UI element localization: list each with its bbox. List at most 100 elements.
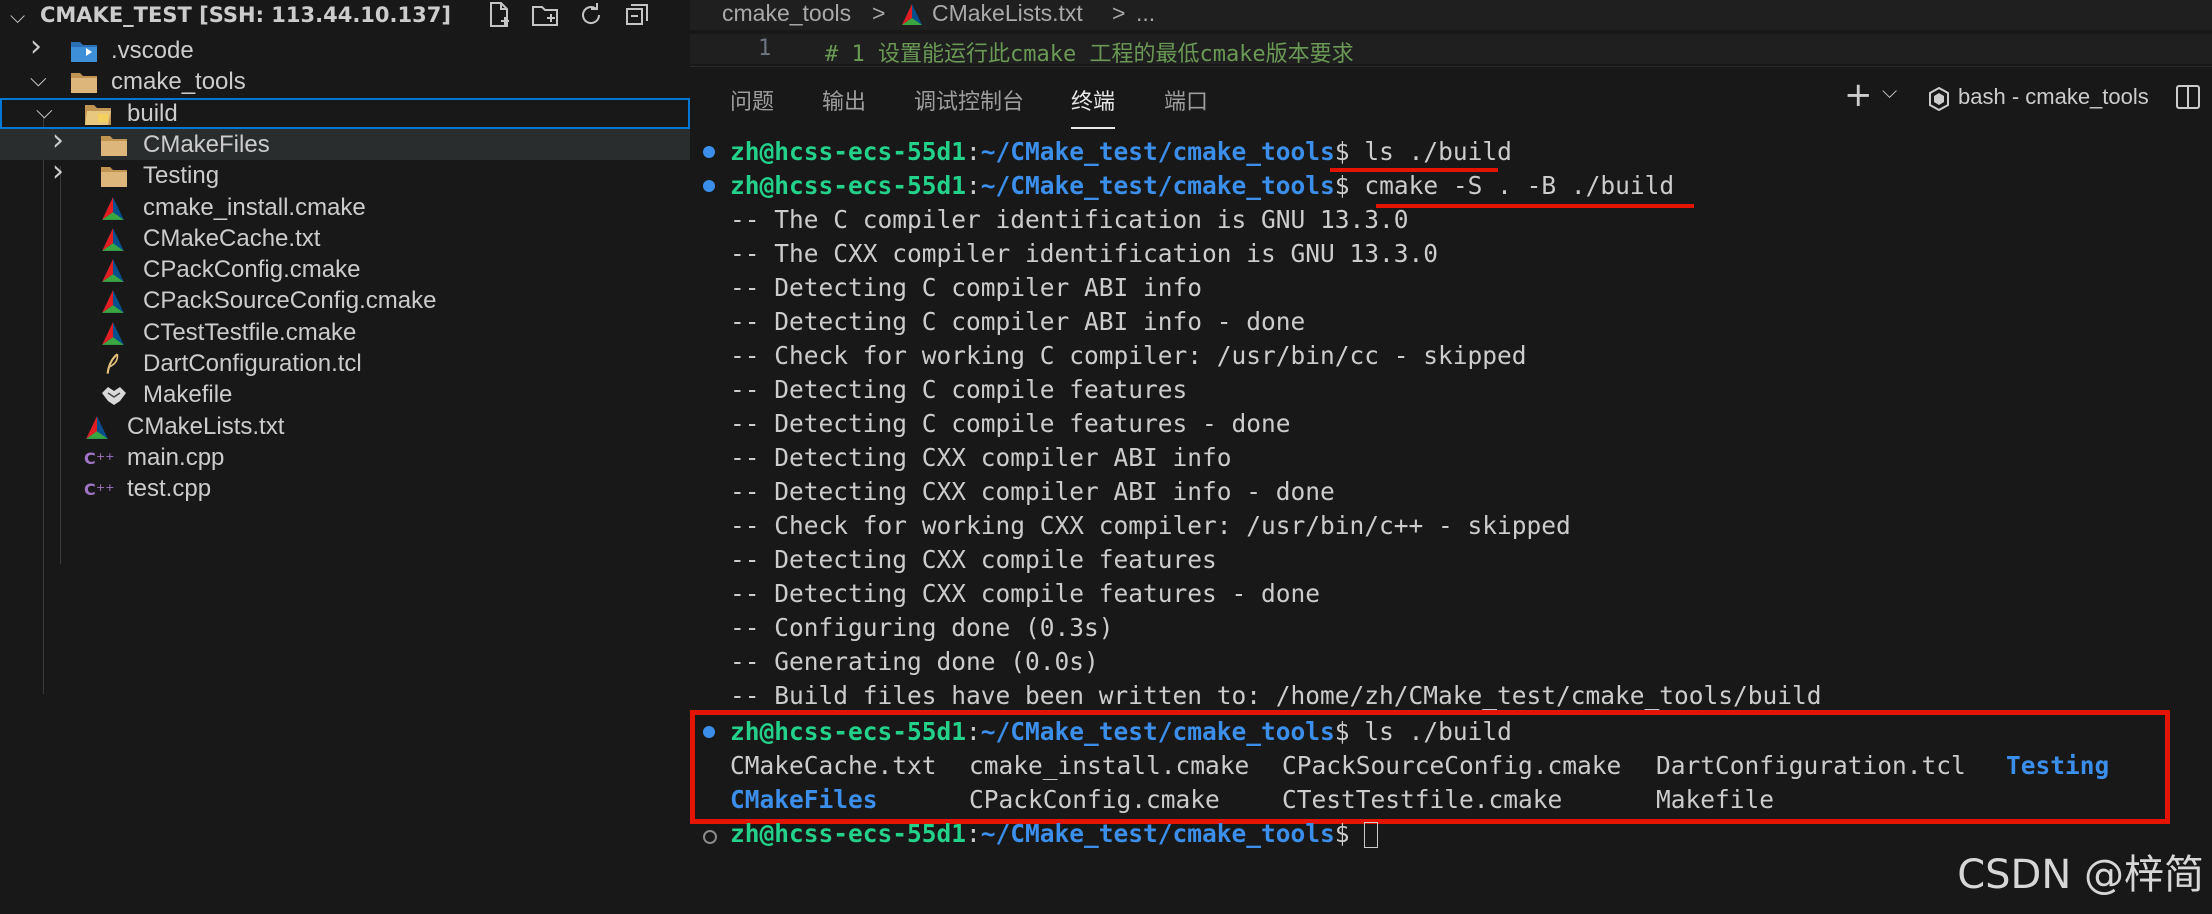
new-folder-icon[interactable] <box>530 0 562 32</box>
panel-tab-bar: 问题 输出 调试控制台 终端 端口 + ⌵ bash - cmake_tools <box>690 66 2212 133</box>
tree-item-label: cmake_install.cmake <box>143 193 366 221</box>
terminal-icon <box>1928 86 1950 115</box>
tab-ports[interactable]: 端口 <box>1164 84 1208 116</box>
breadcrumb-separator: > <box>872 0 886 26</box>
directory-entry: Testing <box>2006 751 2110 780</box>
terminal-view[interactable]: zh@hcss-ecs-55d1:~/CMake_test/cmake_tool… <box>690 132 2212 914</box>
tree-item-label: main.cpp <box>127 443 225 471</box>
terminal-output-line: -- Generating done (0.0s) <box>730 647 1099 676</box>
file-entry: CPackConfig.cmake <box>969 785 1220 814</box>
command-status-dot[interactable] <box>703 180 715 192</box>
tree-item-label: test.cpp <box>127 475 212 503</box>
tree-item-label: CPackConfig.cmake <box>143 256 361 284</box>
breadcrumb-folder[interactable]: cmake_tools <box>722 0 851 27</box>
terminal-output-line: -- Check for working CXX compiler: /usr/… <box>730 511 1571 540</box>
terminal-prompt-line: zh@hcss-ecs-55d1:~/CMake_test/cmake_tool… <box>730 717 1512 746</box>
chevron-right-icon[interactable]: › <box>30 29 42 64</box>
folder-icon <box>100 164 128 190</box>
tab-problems[interactable]: 问题 <box>730 84 774 116</box>
terminal-output-line: -- Detecting CXX compiler ABI info - don… <box>730 477 1335 506</box>
command-status-dot[interactable] <box>703 830 717 844</box>
chevron-right-icon[interactable]: › <box>52 123 64 158</box>
tree-item-cmake-install-cmake[interactable]: cmake_install.cmake <box>0 192 690 223</box>
tab-output[interactable]: 输出 <box>822 84 866 116</box>
tab-terminal[interactable]: 终端 <box>1071 84 1116 129</box>
build-folder-icon <box>84 102 112 128</box>
editor-line[interactable]: 1 # 1 设置能运行此cmake 工程的最低cmake版本要求 <box>690 34 2212 64</box>
cmake-icon <box>84 415 112 441</box>
tree-item-build[interactable]: ⌵ build <box>0 97 690 129</box>
split-panel-icon[interactable] <box>2174 83 2202 115</box>
explorer-header[interactable]: ⌵ CMAKE_TEST [SSH: 113.44.10.137] <box>0 0 690 32</box>
command-status-dot[interactable] <box>703 726 715 738</box>
cpp-icon: C ++ <box>84 477 114 503</box>
file-entry: CMakeCache.txt <box>730 751 937 780</box>
tree-item-cmakecache-txt[interactable]: CMakeCache.txt <box>0 223 690 254</box>
breadcrumb-separator: > <box>1112 0 1126 26</box>
svg-text:++: ++ <box>96 481 114 494</box>
cmake-icon <box>100 227 128 253</box>
terminal-output-line: -- The CXX compiler identification is GN… <box>730 239 1439 268</box>
chevron-down-icon[interactable]: ⌵ <box>1882 79 1897 103</box>
terminal-prompt-line: zh@hcss-ecs-55d1:~/CMake_test/cmake_tool… <box>730 137 1512 166</box>
chevron-down-icon[interactable]: ⌵ <box>30 67 47 92</box>
tree-item-ctesttestfile-cmake[interactable]: CTestTestfile.cmake <box>0 317 690 348</box>
tree-item-cpackconfig-cmake[interactable]: CPackConfig.cmake <box>0 254 690 285</box>
tree-item-label: CMakeLists.txt <box>127 412 285 440</box>
chevron-down-icon[interactable]: ⌵ <box>36 99 53 124</box>
cmake-icon <box>100 258 128 284</box>
tree-item-cmake-tools[interactable]: ⌵ cmake_tools <box>0 66 690 97</box>
file-entry: CTestTestfile.cmake <box>1282 785 1563 814</box>
tree-item-test-cpp[interactable]: C ++ test.cpp <box>0 473 690 504</box>
command-status-dot[interactable] <box>703 146 715 158</box>
refresh-icon[interactable] <box>576 0 608 32</box>
tree-item-cmakefiles[interactable]: › CMakeFiles <box>0 123 690 161</box>
new-file-icon[interactable] <box>484 0 516 32</box>
workspace-title: CMAKE_TEST [SSH: 113.44.10.137] <box>40 3 451 27</box>
tree-item-label: CPackSourceConfig.cmake <box>143 287 437 315</box>
tree-item-label: Testing <box>143 162 220 190</box>
cmake-icon <box>100 289 128 315</box>
makefile-icon <box>100 383 128 409</box>
terminal-output-line: -- Detecting CXX compiler ABI info <box>730 443 1232 472</box>
tree-item-label: CMakeFiles <box>143 130 270 158</box>
terminal-name[interactable]: bash - cmake_tools <box>1958 84 2149 110</box>
collapse-all-icon[interactable] <box>622 0 654 32</box>
cpp-icon: C ++ <box>84 446 114 472</box>
directory-entry: CMakeFiles <box>730 785 878 814</box>
tree-item-cmakelists-txt[interactable]: CMakeLists.txt <box>0 411 690 442</box>
breadcrumb: cmake_tools > CMakeLists.txt > ... <box>690 0 2212 30</box>
code-comment: # 1 设置能运行此cmake 工程的最低cmake版本要求 <box>825 42 1354 64</box>
tree-item-label: .vscode <box>111 37 194 64</box>
new-terminal-button[interactable]: + <box>1844 75 1873 115</box>
terminal-command: ls ./build <box>1364 137 1512 166</box>
svg-text:C: C <box>84 449 96 468</box>
terminal-output-line: -- Check for working C compiler: /usr/bi… <box>730 341 1527 370</box>
chevron-right-icon[interactable]: › <box>52 154 64 189</box>
tree-item-main-cpp[interactable]: C ++ main.cpp <box>0 442 690 473</box>
terminal-prompt-line: zh@hcss-ecs-55d1:~/CMake_test/cmake_tool… <box>730 818 1379 850</box>
terminal-output-line: -- Detecting C compile features <box>730 375 1188 404</box>
tree-item-vscode[interactable]: › .vscode <box>0 29 690 66</box>
tree-item-label: DartConfiguration.tcl <box>143 350 362 377</box>
svg-text:C: C <box>84 480 96 499</box>
breadcrumb-more[interactable]: ... <box>1136 0 1155 27</box>
terminal-output-line: -- Build files have been written to: /ho… <box>730 681 1822 710</box>
breadcrumb-file[interactable]: CMakeLists.txt <box>932 0 1083 27</box>
tree-item-dartconfiguration-tcl[interactable]: DartConfiguration.tcl <box>0 348 690 379</box>
file-entry: DartConfiguration.tcl <box>1656 751 1966 780</box>
terminal-command: ls ./build <box>1364 717 1512 746</box>
svg-text:++: ++ <box>96 450 114 463</box>
folder-icon <box>100 133 128 159</box>
tree-item-cpacksourceconfig-cmake[interactable]: CPackSourceConfig.cmake <box>0 285 690 316</box>
tab-debug-console[interactable]: 调试控制台 <box>914 84 1024 116</box>
terminal-prompt-line: zh@hcss-ecs-55d1:~/CMake_test/cmake_tool… <box>730 171 1675 200</box>
cmake-icon <box>100 321 128 347</box>
vscode-folder-icon <box>70 39 98 65</box>
tree-item-label: CMakeCache.txt <box>143 224 321 252</box>
terminal-output-line: -- Detecting CXX compile features - done <box>730 579 1321 608</box>
tree-item-makefile[interactable]: Makefile <box>0 379 690 410</box>
tree-item-testing[interactable]: › Testing <box>0 154 690 191</box>
file-entry: Makefile <box>1656 785 1775 814</box>
chevron-down-icon[interactable]: ⌵ <box>10 4 25 28</box>
